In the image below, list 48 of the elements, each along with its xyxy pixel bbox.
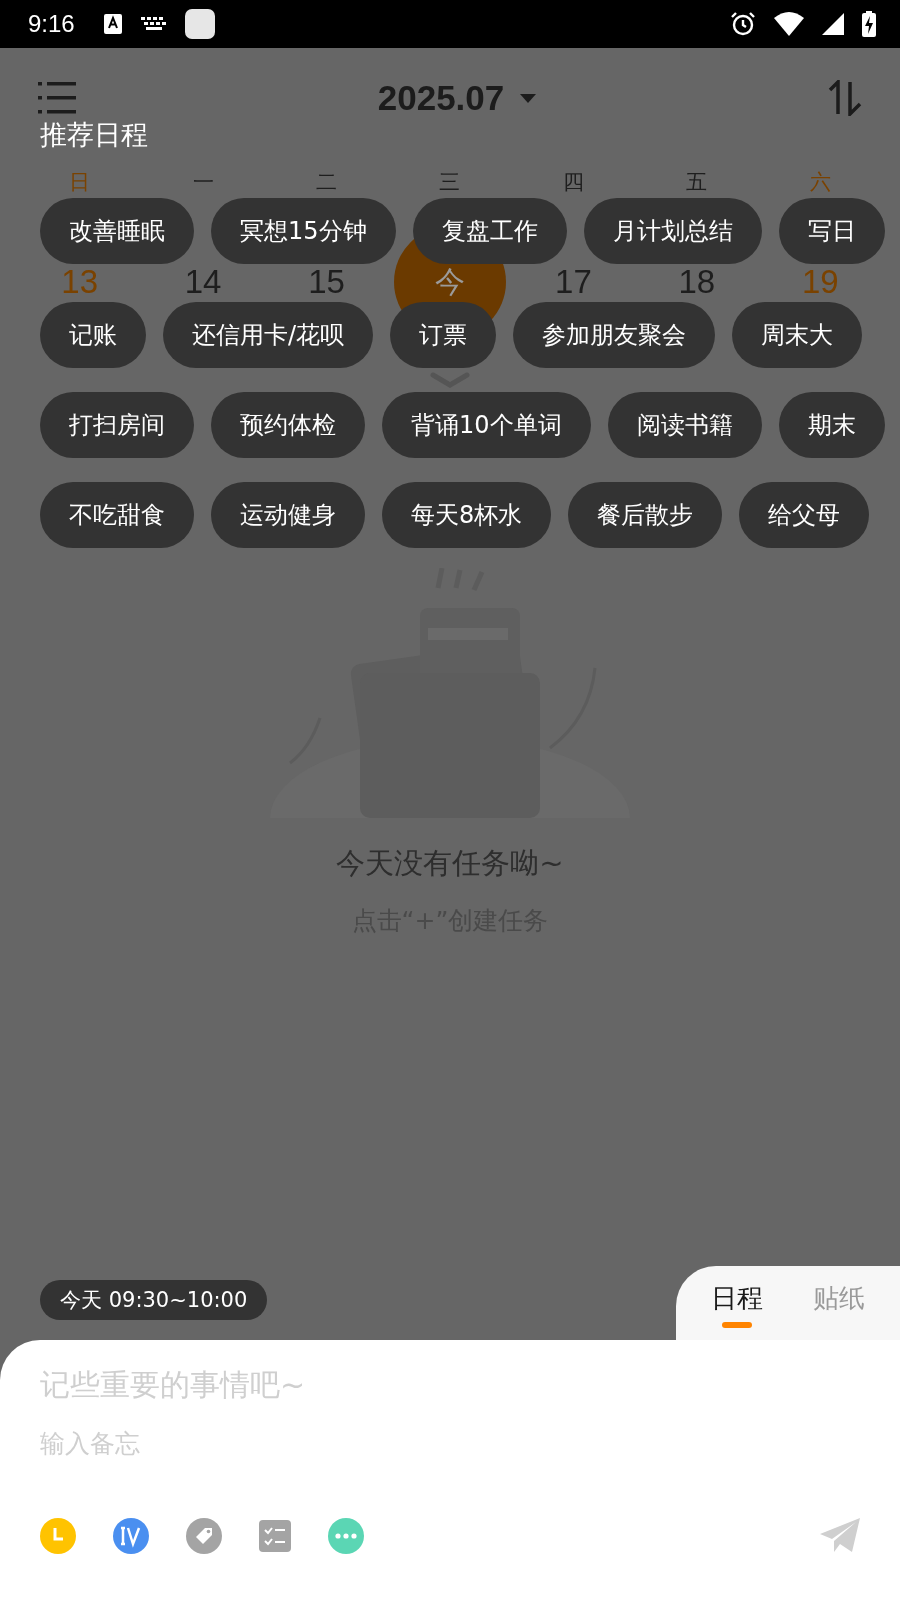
- suggestion-chip[interactable]: 运动健身: [211, 482, 365, 548]
- suggestion-chip[interactable]: 阅读书籍: [607, 392, 762, 458]
- suggestion-chip[interactable]: 复盘工作: [412, 198, 567, 264]
- suggestion-chip[interactable]: 餐后散步: [568, 482, 723, 548]
- weekday-label: 五: [686, 170, 708, 194]
- suggestion-chip[interactable]: 打扫房间: [40, 392, 194, 458]
- suggestion-chip[interactable]: 月计划总结: [583, 198, 762, 264]
- suggestion-chip[interactable]: 给父母: [739, 482, 870, 548]
- weekday-label: 日: [69, 170, 91, 194]
- suggestion-chip[interactable]: 改善睡眠: [40, 198, 194, 264]
- menu-icon[interactable]: [38, 82, 76, 114]
- priority-icon[interactable]: [113, 1518, 149, 1554]
- suggestion-chip[interactable]: 不吃甜食: [40, 482, 194, 548]
- signal-icon: [822, 13, 844, 35]
- suggestion-chip[interactable]: 写日: [778, 198, 885, 264]
- dropdown-caret-icon[interactable]: [520, 93, 537, 103]
- more-icon[interactable]: [328, 1518, 364, 1554]
- sort-icon[interactable]: [828, 80, 862, 116]
- suggestion-chip[interactable]: 周末大: [732, 302, 863, 368]
- send-icon[interactable]: [820, 1518, 860, 1554]
- keyboard-icon: [140, 17, 167, 31]
- section-title: 推荐日程: [39, 118, 149, 152]
- text-a-icon: [102, 13, 123, 35]
- wifi-icon: [774, 12, 804, 36]
- battery-charging-icon: [862, 11, 876, 37]
- clock-icon[interactable]: [40, 1518, 76, 1554]
- weekday-label: 三: [439, 170, 461, 194]
- clock-time: 9:16: [28, 10, 75, 38]
- weekday-label: 二: [316, 170, 338, 194]
- weekday-label: 一: [192, 170, 214, 194]
- suggestion-chip[interactable]: 参加朋友聚会: [513, 302, 716, 368]
- suggestion-chip[interactable]: 期末: [778, 392, 885, 458]
- suggestion-chip[interactable]: 背诵10个单词: [382, 392, 591, 458]
- suggestion-chip[interactable]: 每天8杯水: [382, 482, 552, 548]
- suggestion-chip[interactable]: 记账: [40, 302, 146, 368]
- weekday-label: 四: [562, 170, 584, 194]
- suggestion-chip[interactable]: 还信用卡/花呗: [163, 302, 374, 368]
- suggestion-chip[interactable]: 冥想15分钟: [211, 198, 396, 264]
- empty-message: 今天没有任务呦~: [336, 845, 564, 882]
- alarm-clock-icon: [730, 11, 756, 37]
- weekday-label: 六: [809, 170, 831, 194]
- app-square-icon: [184, 9, 215, 39]
- tab[interactable]: 日程: [705, 1266, 769, 1332]
- suggestion-chip[interactable]: 预约体检: [211, 392, 365, 458]
- tag-icon[interactable]: [186, 1518, 222, 1554]
- time-chip[interactable]: 今天 09:30~10:00: [40, 1280, 268, 1320]
- checklist-icon[interactable]: [259, 1520, 291, 1552]
- suggestion-chip[interactable]: 订票: [390, 302, 497, 368]
